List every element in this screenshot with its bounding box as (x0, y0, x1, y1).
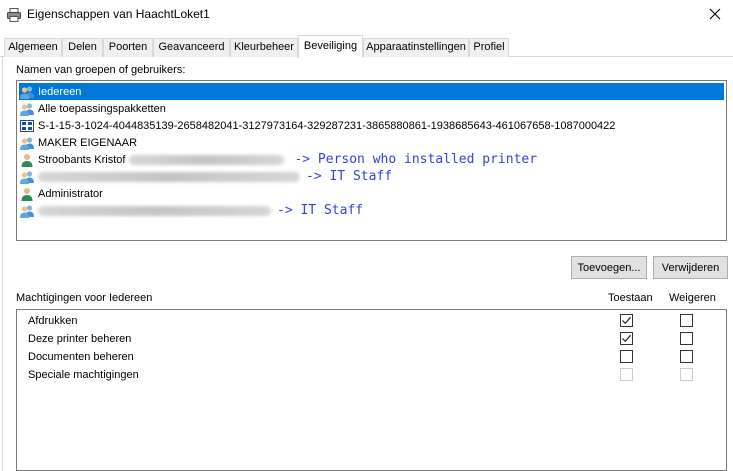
annotation-it-staff: -> IT Staff (277, 203, 364, 218)
list-item-stroobants[interactable]: Stroobants Kristof -> Person who install… (19, 151, 537, 168)
checkmark-icon (622, 316, 632, 325)
user-name: Stroobants Kristof (38, 153, 126, 166)
deny-checkbox-afdrukken[interactable] (680, 314, 693, 327)
allow-checkbox-documenten-beheren[interactable] (620, 350, 633, 363)
user-name: Iedereen (38, 85, 82, 98)
title-bar: Eigenschappen van HaachtLoket1 (0, 0, 733, 30)
user-icon (21, 153, 33, 167)
list-item-maker-eigenaar[interactable]: MAKER EIGENAAR (19, 134, 137, 151)
user-name: S-1-15-3-1024-4044835139-2658482041-3127… (38, 119, 616, 132)
printer-icon (6, 7, 22, 23)
annotation-it-staff: -> IT Staff (306, 169, 393, 184)
annotation-installer: -> Person who installed printer (294, 152, 538, 167)
permission-afdrukken: Afdrukken (28, 315, 78, 327)
allow-header: Toestaan (608, 292, 653, 304)
permission-documenten-beheren: Documenten beheren (28, 351, 134, 363)
close-icon (709, 8, 721, 23)
list-item-sid[interactable]: S-1-15-3-1024-4044835139-2658482041-3127… (19, 117, 615, 134)
users-listbox[interactable]: Iedereen Alle toepassingspakketten S-1-1… (16, 80, 727, 241)
user-name: MAKER EIGENAAR (38, 136, 138, 149)
user-name: Alle toepassingspakketten (38, 102, 166, 115)
deny-checkbox-documenten-beheren[interactable] (680, 350, 693, 363)
allow-checkbox-deze-printer-beheren[interactable] (620, 332, 633, 345)
app-packages-icon (20, 102, 34, 116)
list-item-administrator[interactable]: Administrator (19, 185, 103, 202)
tab-geavanceerd[interactable]: Geavanceerd (153, 38, 230, 57)
tab-delen[interactable]: Delen (62, 38, 103, 57)
checkmark-icon (622, 334, 632, 343)
group-icon (20, 170, 34, 184)
permissions-label: Machtigingen voor Iedereen (16, 292, 153, 304)
tab-kleurbeheer[interactable]: Kleurbeheer (230, 38, 298, 57)
user-icon (21, 187, 33, 201)
list-item-it-group-1[interactable]: -> IT Staff (19, 168, 392, 185)
allow-checkbox-afdrukken[interactable] (620, 314, 633, 327)
redacted-email (129, 154, 285, 165)
close-button[interactable] (697, 0, 733, 30)
tab-beveiliging[interactable]: Beveiliging (298, 35, 363, 58)
allow-checkbox-speciale-machtigingen (620, 368, 633, 381)
user-name: Administrator (38, 187, 103, 200)
redacted-group-name (38, 171, 300, 182)
redacted-group-name (38, 205, 271, 216)
group-icon (20, 85, 34, 99)
sid-icon (20, 119, 34, 132)
tab-profiel[interactable]: Profiel (469, 38, 509, 57)
list-item-iedereen[interactable]: Iedereen (19, 83, 724, 100)
window-title: Eigenschappen van HaachtLoket1 (27, 7, 210, 21)
groups-label: Namen van groepen of gebruikers: (16, 64, 186, 76)
permission-deze-printer-beheren: Deze printer beheren (28, 333, 132, 345)
tab-algemeen[interactable]: Algemeen (4, 38, 62, 57)
permissions-list: Afdrukken Deze printer beheren Documente… (16, 309, 727, 471)
permission-speciale-machtigingen: Speciale machtigingen (28, 369, 139, 381)
deny-checkbox-speciale-machtigingen (680, 368, 693, 381)
group-icon (20, 136, 34, 150)
remove-button[interactable]: Verwijderen (653, 256, 728, 279)
list-item-app-packages[interactable]: Alle toepassingspakketten (19, 100, 166, 117)
deny-checkbox-deze-printer-beheren[interactable] (680, 332, 693, 345)
tab-apparaatinstellingen[interactable]: Apparaatinstellingen (363, 38, 469, 57)
add-button[interactable]: Toevoegen... (571, 256, 647, 279)
tab-poorten[interactable]: Poorten (103, 38, 153, 57)
list-item-it-group-2[interactable]: -> IT Staff (19, 202, 363, 219)
group-icon (20, 204, 34, 218)
deny-header: Weigeren (669, 292, 716, 304)
